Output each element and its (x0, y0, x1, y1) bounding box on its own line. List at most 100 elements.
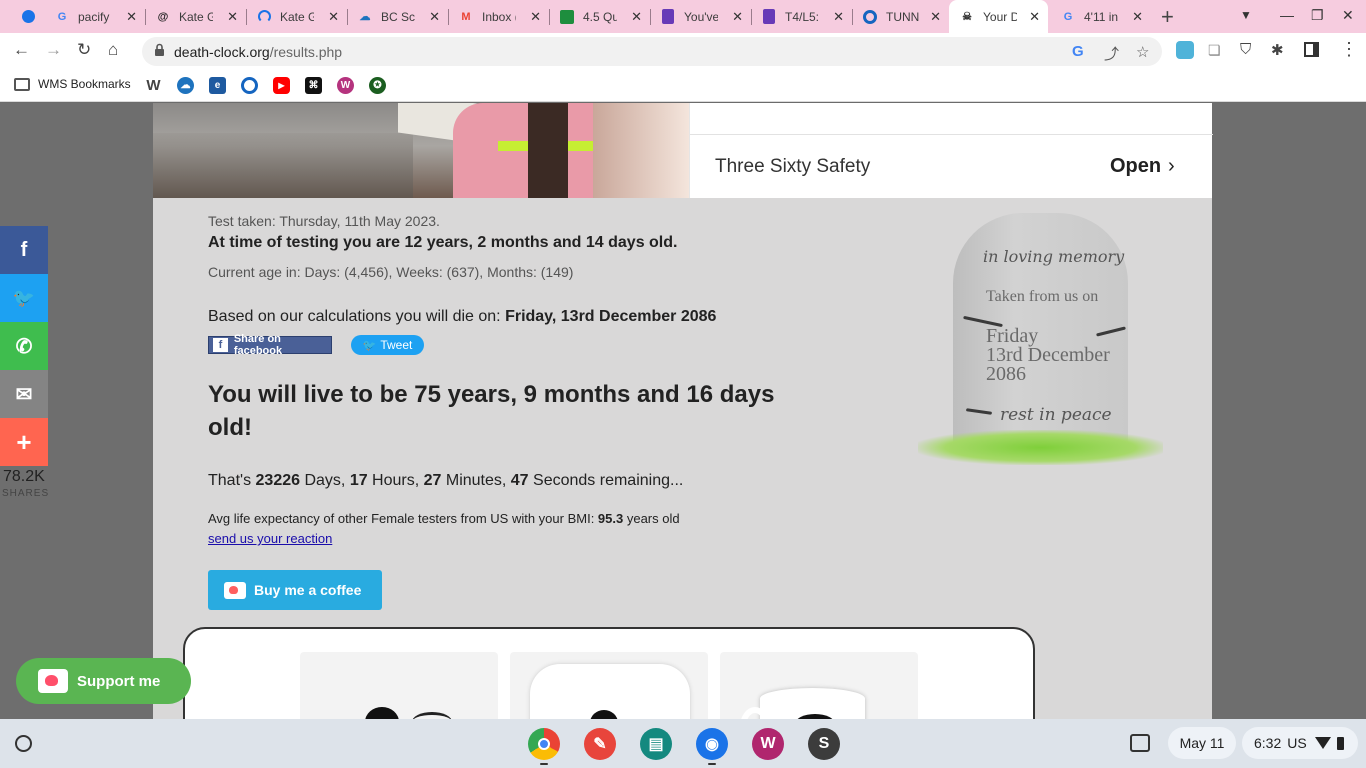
chevron-right-icon[interactable]: › (1168, 155, 1175, 178)
paint-icon[interactable]: ✎ (584, 728, 616, 760)
share-twitter-button[interactable]: 🐦 (0, 274, 48, 322)
url-text[interactable]: death-clock.org/results.php (174, 44, 342, 60)
tab-3[interactable]: Kate G ✕ (246, 0, 348, 33)
shield-extension-icon[interactable]: ⛉ (1240, 41, 1251, 58)
share-email-button[interactable]: ✉ (0, 370, 48, 418)
tab-1[interactable]: G pacify ✕ (44, 0, 146, 33)
close-icon[interactable]: ✕ (930, 9, 941, 25)
wifi-icon (1314, 737, 1331, 749)
whatsapp-icon: ✆ (15, 335, 33, 358)
test-taken-date: Test taken: Thursday, 11th May 2023. (208, 213, 440, 229)
share-icon[interactable]: ⤴ (1104, 43, 1119, 64)
tab-11[interactable]: G 4'11 in ✕ (1050, 0, 1151, 33)
death-date-prefix: Based on our calculations you will die o… (208, 308, 506, 325)
w-logo-icon[interactable]: W (337, 77, 354, 94)
kofi-cup-icon (38, 669, 68, 693)
close-icon[interactable]: ✕ (328, 9, 339, 25)
tweet-button[interactable]: 🐦 Tweet (351, 335, 424, 355)
tray-date[interactable]: May 11 (1168, 727, 1236, 759)
tab-4[interactable]: ☁ BC Sch ✕ (347, 0, 449, 33)
lock-icon[interactable] (154, 43, 165, 57)
restore-icon[interactable]: ❐ (1311, 7, 1324, 24)
share-on-facebook-label: Share on facebook (233, 333, 283, 357)
tab-2[interactable]: @ Kate G ✕ (145, 0, 247, 33)
tab-5[interactable]: M Inbox ( ✕ (448, 0, 550, 33)
capcut-icon[interactable]: ⌘ (305, 77, 322, 94)
tab-0[interactable] (10, 0, 44, 33)
share-on-facebook-button[interactable]: f Share on facebook (208, 333, 332, 357)
tab-7[interactable]: You've ✕ (650, 0, 752, 33)
avg-life-expectancy: Avg life expectancy of other Female test… (208, 511, 680, 526)
copy-extension-icon[interactable]: ❏ (1208, 42, 1221, 59)
ad-open-button[interactable]: Open (1110, 155, 1161, 178)
url-domain: death-clock.org (174, 44, 270, 60)
facebook-icon: f (213, 338, 228, 352)
home-icon[interactable]: ⌂ (108, 40, 118, 60)
tab-search-chevron-icon[interactable]: ▼ (1240, 8, 1252, 22)
product-card-sticker[interactable] (300, 652, 498, 719)
forms-icon (761, 9, 777, 25)
tab-9[interactable]: TUNNE ✕ (852, 0, 949, 33)
status-tray[interactable]: 6:32 US (1242, 727, 1358, 759)
circle-logo-icon[interactable] (241, 77, 258, 94)
bookmark-folder-wms[interactable]: WMS Bookmarks (38, 77, 131, 91)
close-icon[interactable]: ✕ (227, 9, 238, 25)
classroom-app-icon[interactable]: ▤ (640, 728, 672, 760)
game-icon[interactable]: ✪ (369, 77, 386, 94)
share-facebook-button[interactable]: f (0, 226, 48, 274)
twitter-bird-icon: 🐦 (362, 339, 377, 352)
close-icon[interactable]: ✕ (429, 9, 440, 25)
cloud-icon[interactable]: ☁ (177, 77, 194, 94)
google-lens-icon[interactable]: G (1072, 43, 1084, 60)
close-icon[interactable]: ✕ (833, 9, 844, 25)
close-icon[interactable]: ✕ (732, 9, 743, 25)
chrome-icon[interactable] (528, 728, 560, 760)
close-icon[interactable]: ✕ (1132, 9, 1143, 25)
tab-title: Kate G (280, 9, 314, 24)
edublog-icon[interactable]: e (209, 77, 226, 94)
bookmarks-bar: WMS Bookmarks W ☁ e ▶ ⌘ W ✪ (0, 70, 1366, 102)
running-indicator (540, 763, 548, 765)
ad-panel[interactable]: Three Sixty Safety Open › (689, 103, 1213, 198)
avg-value: 95.3 (597, 511, 624, 526)
side-panel-icon[interactable] (1304, 42, 1319, 57)
extensions-puzzle-icon[interactable]: ✱ (1271, 41, 1284, 59)
close-icon[interactable]: ✕ (631, 9, 642, 25)
share-more-button[interactable]: + (0, 418, 48, 466)
bookmark-star-icon[interactable]: ☆ (1136, 43, 1149, 61)
hours-label: Hours, (367, 472, 424, 489)
w-app-icon[interactable]: W (752, 728, 784, 760)
buy-me-a-coffee-button[interactable]: Buy me a coffee (208, 570, 382, 610)
screen-capture-icon[interactable] (1130, 734, 1150, 752)
product-card-mug[interactable] (720, 652, 918, 719)
close-icon[interactable]: ✕ (530, 9, 541, 25)
menu-dots-icon[interactable]: ⋮ (1340, 39, 1358, 60)
back-arrow-icon[interactable]: ← (13, 40, 30, 60)
camera-icon[interactable]: ◉ (696, 728, 728, 760)
close-icon[interactable]: ✕ (1029, 9, 1040, 25)
ad-brand[interactable]: Three Sixty Safety (715, 156, 870, 178)
tab-6[interactable]: 4.5 Qui ✕ (549, 0, 651, 33)
tab-10-active[interactable]: ☠ Your D ✕ (949, 0, 1048, 33)
url-path: /results.php (269, 44, 343, 60)
youtube-icon[interactable]: ▶ (273, 77, 290, 94)
new-tab-button[interactable]: + (1161, 4, 1174, 30)
launcher-icon[interactable] (15, 735, 32, 752)
weebly-icon[interactable]: W (145, 77, 162, 94)
support-me-button[interactable]: Support me (16, 658, 191, 704)
product-card-tshirt[interactable] (510, 652, 708, 719)
cloud-extension-icon[interactable] (1176, 41, 1194, 59)
ad-photo[interactable] (153, 103, 689, 198)
reload-icon[interactable]: ↻ (77, 40, 91, 60)
user-s-icon[interactable]: S (808, 728, 840, 760)
gmail-icon: M (461, 10, 471, 23)
tab-8[interactable]: T4/L5: ✕ (751, 0, 853, 33)
address-bar[interactable]: death-clock.org/results.php G ⤴ ☆ (142, 37, 1162, 66)
minimize-icon[interactable]: — (1280, 7, 1294, 23)
close-icon[interactable]: ✕ (126, 9, 137, 25)
send-reaction-link[interactable]: send us your reaction (208, 531, 332, 546)
google-icon: G (1063, 10, 1073, 23)
share-whatsapp-button[interactable]: ✆ (0, 322, 48, 370)
forward-arrow-icon[interactable]: → (45, 40, 62, 60)
close-window-icon[interactable]: ✕ (1342, 7, 1354, 24)
